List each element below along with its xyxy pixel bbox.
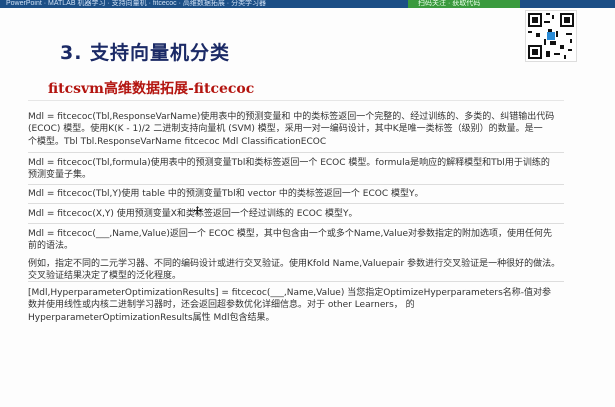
block-separator bbox=[28, 223, 564, 224]
block-separator bbox=[28, 203, 564, 204]
move-cursor-icon bbox=[193, 200, 202, 215]
text-line: 数并使用线性或内核二进制学习器时，还会返回超参数优化详细信息。对于 other … bbox=[28, 300, 415, 311]
syntax-block-x-y: Mdl = fitcecoc(X,Y) 使用预测变量X和类标签返回一个经过训练的… bbox=[28, 208, 564, 220]
text-line: Mdl = fitcecoc(X,Y) 使用预测变量X和类标签返回一个经过训练的… bbox=[28, 209, 358, 219]
syntax-block-tbl-responsevarname: Mdl = fitcecoc(Tbl,ResponseVarName)使用表中的… bbox=[28, 111, 564, 148]
text-line: Mdl = fitcecoc(___,Name,Value)返回一个 ECOC … bbox=[28, 229, 553, 239]
block-separator bbox=[28, 152, 564, 153]
text-line: 个模型。Tbl Tbl.ResponseVarName fitcecoc Mdl… bbox=[28, 136, 327, 147]
top-bar-text: PowerPoint · MATLAB 机器学习 · 支持向量机 · fitce… bbox=[6, 0, 267, 7]
slide-title: 3. 支持向量机分类 bbox=[60, 42, 231, 64]
syntax-block-tbl-y: Mdl = fitcecoc(Tbl,Y)使用 table 中的预测变量Tbl和… bbox=[28, 188, 564, 200]
title-divider bbox=[28, 100, 564, 101]
text-line: [Mdl,HyperparameterOptimizationResults] … bbox=[28, 288, 552, 298]
green-banner-text: 扫码关注 · 获取代码 bbox=[418, 0, 481, 7]
text-line: 预测变量子集。 bbox=[28, 170, 92, 181]
qr-code-icon bbox=[525, 10, 577, 62]
syntax-block-name-value: Mdl = fitcecoc(___,Name,Value)返回一个 ECOC … bbox=[28, 228, 564, 283]
block-separator bbox=[28, 184, 564, 185]
text-line: (ECOC) 模型。使用K(K - 1)/2 二进制支持向量机 (SVM) 模型… bbox=[28, 124, 543, 135]
text-line: Mdl = fitcecoc(Tbl,formula)使用表中的预测变量Tbl和… bbox=[28, 158, 550, 168]
syntax-block-hyperparameter: [Mdl,HyperparameterOptimizationResults] … bbox=[28, 287, 564, 324]
text-line: 前的语法。 bbox=[28, 241, 74, 252]
slide-subtitle: fitcsvm高维数据拓展-fitcecoc bbox=[48, 81, 255, 97]
text-line: Mdl = fitcecoc(Tbl,ResponseVarName)使用表中的… bbox=[28, 112, 555, 122]
top-bar-green-banner: 扫码关注 · 获取代码 bbox=[408, 0, 520, 8]
window-top-bar: PowerPoint · MATLAB 机器学习 · 支持向量机 · fitce… bbox=[0, 0, 615, 8]
text-line: 例如，指定不同的二元学习器、不同的编码设计或进行交叉验证。使用Kfold Nam… bbox=[28, 258, 561, 269]
block-separator bbox=[28, 281, 564, 282]
syntax-block-tbl-formula: Mdl = fitcecoc(Tbl,formula)使用表中的预测变量Tbl和… bbox=[28, 157, 564, 182]
text-line: HyperparameterOptimizationResults属性 Mdl包… bbox=[28, 312, 275, 323]
text-line: Mdl = fitcecoc(Tbl,Y)使用 table 中的预测变量Tbl和… bbox=[28, 189, 424, 199]
